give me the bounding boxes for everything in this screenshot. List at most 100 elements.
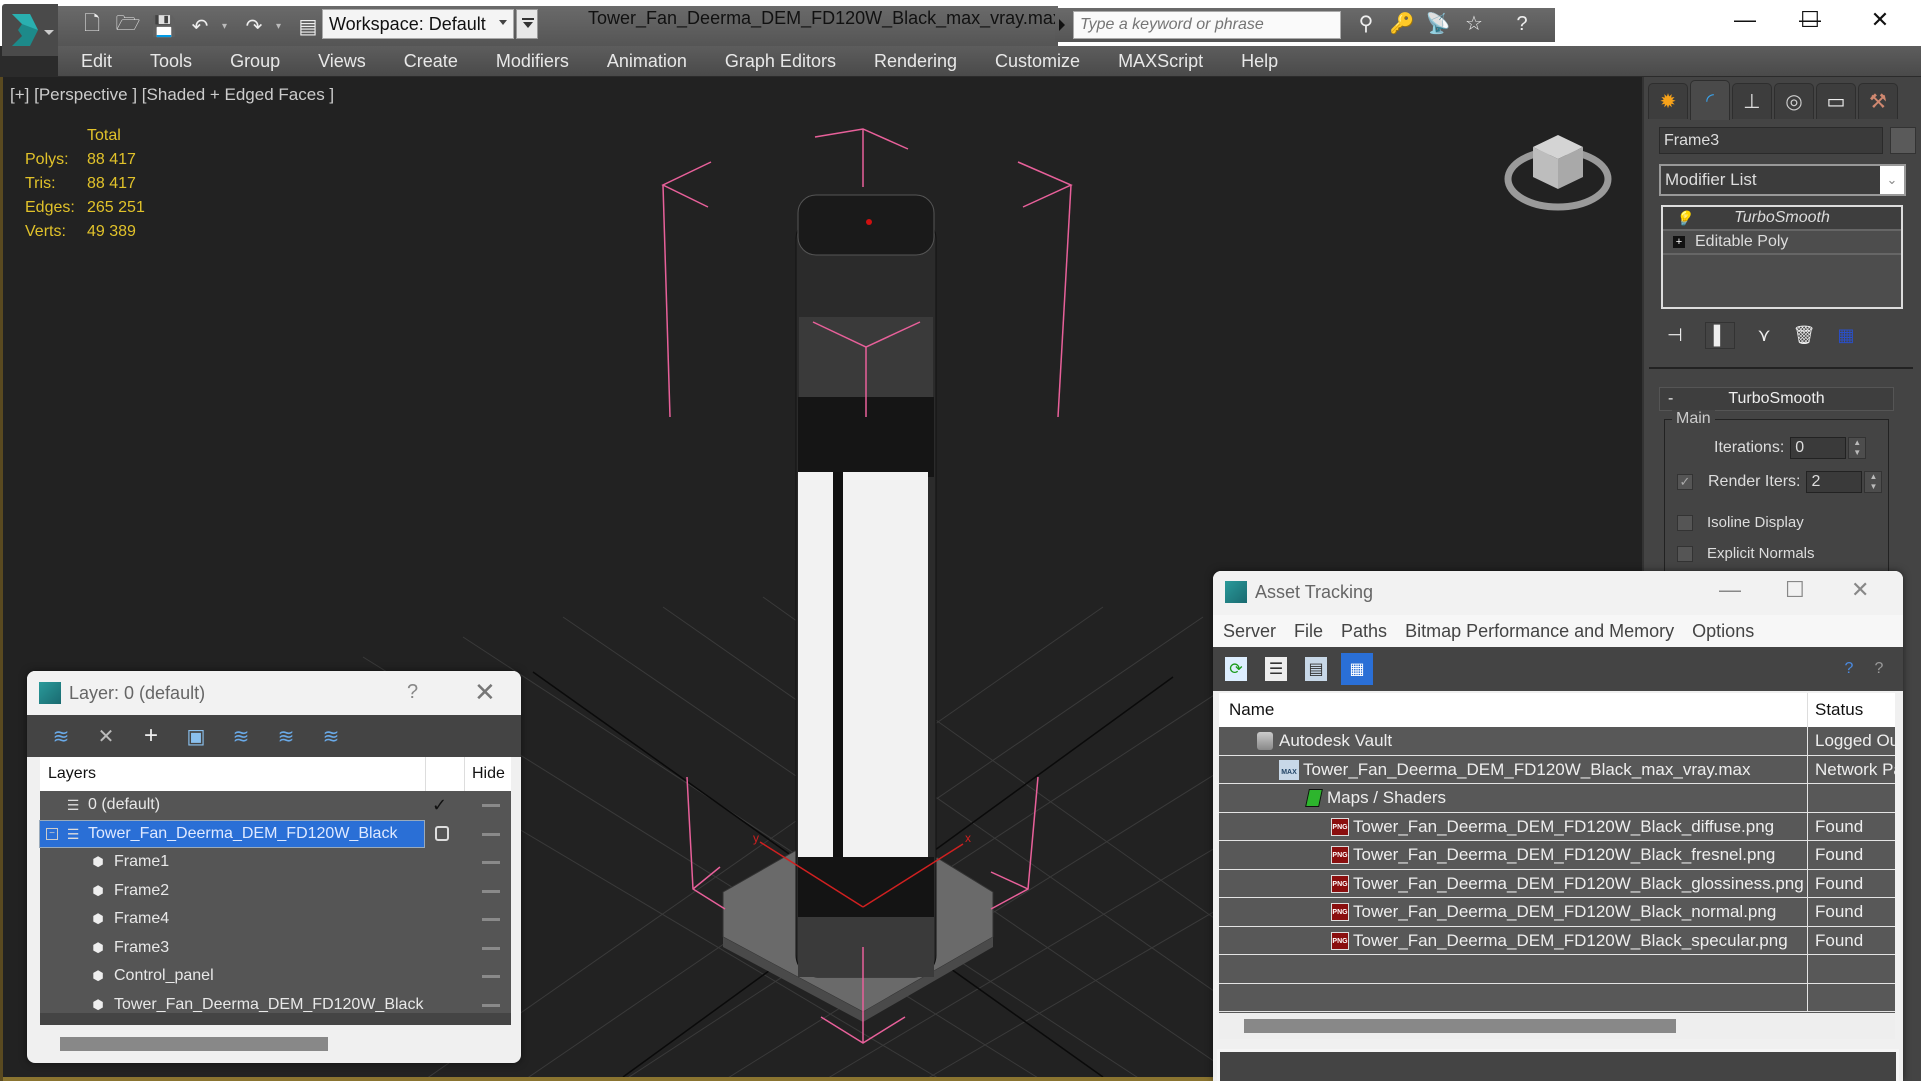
object-row[interactable]: ⬢ Frame2 (40, 877, 511, 906)
undo-dropdown-icon[interactable]: ▾ (222, 21, 232, 32)
asset-row[interactable]: PNG Tower_Fan_Deerma_DEM_FD120W_Black_glo… (1219, 869, 1895, 898)
redo-dropdown-icon[interactable]: ▾ (276, 21, 286, 32)
asset-row[interactable]: PNG Tower_Fan_Deerma_DEM_FD120W_Black_dif… (1219, 812, 1895, 841)
hide-toggle[interactable] (482, 832, 500, 836)
lightbulb-icon[interactable]: 💡 (1675, 210, 1692, 226)
tab-hierarchy[interactable]: ⊥ (1732, 83, 1772, 119)
menu-bitmap-performance[interactable]: Bitmap Performance and Memory (1405, 621, 1674, 642)
isoline-display-checkbox[interactable] (1677, 514, 1693, 531)
tree-view-icon[interactable]: ▤ (1305, 657, 1327, 681)
help-globe-icon[interactable]: ? (1838, 657, 1860, 681)
tab-utilities[interactable]: ⚒ (1858, 83, 1898, 119)
collapse-icon[interactable]: − (46, 827, 58, 840)
horizontal-scrollbar[interactable] (1219, 1013, 1895, 1039)
menu-help[interactable]: Help (1241, 51, 1278, 72)
scrollbar-thumb[interactable] (60, 1037, 328, 1051)
viewcube[interactable] (1503, 117, 1613, 217)
stack-item-editable-poly[interactable]: + Editable Poly (1663, 231, 1901, 255)
object-color-swatch[interactable] (1890, 127, 1916, 154)
menu-create[interactable]: Create (404, 51, 458, 72)
select-objects-in-layer-icon[interactable]: ▣ (184, 724, 208, 748)
hide-toggle[interactable] (482, 918, 500, 921)
asset-row[interactable]: Autodesk Vault Logged Out (1219, 727, 1895, 756)
hide-toggle[interactable] (482, 804, 500, 807)
search-input[interactable] (1073, 11, 1341, 39)
hide-toggle[interactable] (482, 975, 500, 978)
tab-motion[interactable]: ◎ (1774, 83, 1814, 119)
tab-modify[interactable]: ◜ (1690, 80, 1730, 120)
stack-item-turbosmooth[interactable]: 💡 TurboSmooth (1663, 207, 1901, 231)
hide-toggle[interactable] (482, 889, 500, 893)
customize-qat-button[interactable] (516, 9, 538, 39)
undo-icon[interactable]: ↶ (186, 12, 214, 40)
binoculars-icon[interactable]: ⚲ (1353, 11, 1379, 37)
workspace-dropdown[interactable]: Workspace: Default (322, 9, 514, 39)
table-view-icon[interactable]: ▦ (1341, 653, 1373, 685)
layer-row[interactable]: ☰ 0 (default) ✓ (40, 791, 511, 820)
refresh-icon[interactable]: ⟳ (1225, 657, 1247, 681)
key-icon[interactable]: 🔑 (1389, 11, 1415, 37)
expand-plus-icon[interactable]: + (1673, 236, 1685, 248)
select-layer-icon[interactable]: ≋ (229, 724, 253, 748)
menu-edit[interactable]: Edit (81, 51, 112, 72)
hide-toggle[interactable] (482, 861, 500, 864)
tab-create[interactable]: ✹ (1648, 83, 1688, 119)
make-unique-icon[interactable]: ⋎ (1757, 325, 1770, 346)
menu-tools[interactable]: Tools (150, 51, 192, 72)
remove-modifier-icon[interactable]: 🗑 (1793, 325, 1816, 346)
create-layer-icon[interactable]: ≋ (49, 724, 73, 748)
asset-row[interactable]: Maps / Shaders (1219, 784, 1895, 813)
minimize-button-2[interactable]: — (1715, 0, 1775, 40)
help-icon[interactable]: ? (1509, 11, 1535, 37)
layer-row-selected[interactable]: − ☰ Tower_Fan_Deerma_DEM_FD120W_Black (39, 819, 511, 849)
delete-layer-icon[interactable]: ✕ (94, 724, 118, 748)
column-header-status[interactable]: Status (1815, 700, 1863, 720)
add-to-layer-icon[interactable]: + (139, 722, 163, 749)
column-header-layers[interactable]: Layers (40, 765, 425, 783)
layer-dialog-titlebar[interactable]: Layer: 0 (default) ? ✕ (27, 671, 521, 715)
modifier-list-dropdown[interactable]: Modifier List ⌄ (1659, 164, 1906, 196)
satellite-icon[interactable]: 📡 (1425, 11, 1451, 37)
turbosmooth-rollout-header[interactable]: - TurboSmooth (1659, 387, 1894, 411)
menu-rendering[interactable]: Rendering (874, 51, 957, 72)
hide-toggle[interactable] (482, 1003, 500, 1007)
iterations-field[interactable]: 0 (1790, 437, 1847, 459)
show-end-result-icon[interactable]: ▌ (1704, 321, 1736, 349)
set-current-checkbox[interactable] (435, 825, 449, 841)
horizontal-scrollbar[interactable] (40, 1025, 511, 1055)
viewport-label[interactable]: [+] [Perspective ] [Shaded + Edged Faces… (10, 85, 334, 105)
object-row[interactable]: ⬢ Frame3 (40, 934, 511, 963)
render-iters-checkbox[interactable]: ✓ (1677, 474, 1693, 490)
set-current-layer-icon[interactable]: ≋ (274, 724, 298, 748)
menu-file[interactable]: File (1294, 621, 1323, 642)
asset-row[interactable]: MAX Tower_Fan_Deerma_DEM_FD120W_Black_max… (1219, 755, 1895, 784)
open-folder-icon[interactable]: 🗁 (114, 12, 142, 40)
redo-icon[interactable]: ↷ (240, 12, 268, 40)
maximize-button[interactable]: ☐ (1785, 577, 1805, 603)
minimize-button[interactable]: — (1719, 577, 1741, 603)
asset-tracking-titlebar[interactable]: Asset Tracking — ☐ ✕ (1213, 571, 1903, 615)
context-help-icon[interactable]: ? (1868, 657, 1890, 681)
render-iters-field[interactable]: 2 (1806, 471, 1863, 493)
project-folder-icon[interactable]: ▤ (294, 12, 322, 40)
maximize-button[interactable]: ☐ (1780, 0, 1840, 40)
menu-paths[interactable]: Paths (1341, 621, 1387, 642)
checkmark-icon[interactable]: ✓ (432, 795, 447, 816)
menu-animation[interactable]: Animation (607, 51, 687, 72)
column-header-hide[interactable]: Hide (472, 765, 505, 783)
close-button[interactable]: ✕ (1850, 0, 1910, 40)
menu-server[interactable]: Server (1223, 621, 1276, 642)
new-file-icon[interactable]: 🗋 (78, 12, 106, 40)
object-name-field[interactable]: Frame3 (1659, 127, 1883, 154)
application-menu-button[interactable] (2, 4, 58, 56)
menu-graph-editors[interactable]: Graph Editors (725, 51, 836, 72)
close-button[interactable]: ✕ (474, 677, 496, 708)
close-button[interactable]: ✕ (1851, 577, 1869, 603)
hide-toggle[interactable] (482, 946, 500, 950)
explicit-normals-checkbox[interactable] (1677, 545, 1693, 562)
list-view-icon[interactable]: ☰ (1265, 657, 1287, 681)
menu-customize[interactable]: Customize (995, 51, 1080, 72)
menu-options[interactable]: Options (1692, 621, 1754, 642)
configure-modifier-sets-icon[interactable]: ▦ (1838, 325, 1855, 346)
spinner-arrows-icon[interactable]: ▲ ▼ (1848, 437, 1867, 459)
